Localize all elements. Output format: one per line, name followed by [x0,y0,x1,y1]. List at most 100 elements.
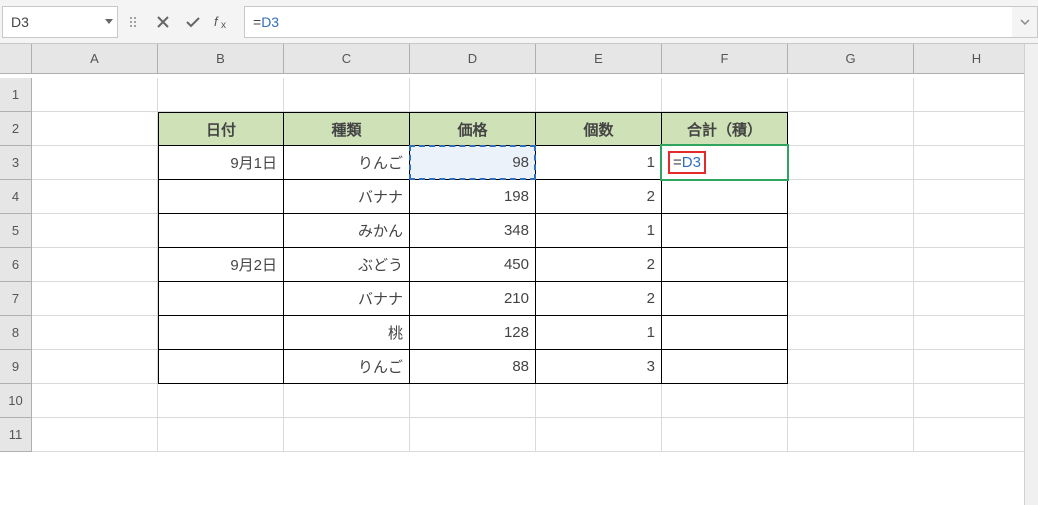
cell-C4[interactable]: バナナ [284,180,410,214]
column-header-H[interactable]: H [914,44,1038,74]
formula-bar-expand-button[interactable] [1012,6,1038,38]
cell-G6[interactable] [788,248,914,282]
cell-C7[interactable]: バナナ [284,282,410,316]
column-header-D[interactable]: D [410,44,536,74]
cell-G4[interactable] [788,180,914,214]
cell-B11[interactable] [158,418,284,452]
cell-G2[interactable] [788,112,914,146]
cell-E9[interactable]: 3 [536,350,662,384]
cell-C5[interactable]: みかん [284,214,410,248]
cell-A5[interactable] [32,214,158,248]
column-header-A[interactable]: A [32,44,158,74]
cell-D3[interactable]: 98 [410,146,536,180]
row-header-5[interactable]: 5 [0,214,32,248]
column-header-G[interactable]: G [788,44,914,74]
cell-B6[interactable]: 9月2日 [158,248,284,282]
formula-input[interactable]: =D3 [244,6,1012,38]
cell-C9[interactable]: りんご [284,350,410,384]
cell-D7[interactable]: 210 [410,282,536,316]
cell-H8[interactable] [914,316,1038,350]
cell-F5[interactable] [662,214,788,248]
row-header-9[interactable]: 9 [0,350,32,384]
cell-G8[interactable] [788,316,914,350]
cell-A8[interactable] [32,316,158,350]
column-header-E[interactable]: E [536,44,662,74]
cell-F10[interactable] [662,384,788,418]
row-header-1[interactable]: 1 [0,78,32,112]
cell-H6[interactable] [914,248,1038,282]
cell-F4[interactable] [662,180,788,214]
cell-F1[interactable] [662,78,788,112]
row-header-10[interactable]: 10 [0,384,32,418]
cell-F7[interactable] [662,282,788,316]
cell-B2[interactable]: 日付 [158,112,284,146]
cell-F9[interactable] [662,350,788,384]
row-header-3[interactable]: 3 [0,146,32,180]
cell-D9[interactable]: 88 [410,350,536,384]
cell-B3[interactable]: 9月1日 [158,146,284,180]
cell-H4[interactable] [914,180,1038,214]
cell-A1[interactable] [32,78,158,112]
cell-B5[interactable] [158,214,284,248]
row-header-11[interactable]: 11 [0,418,32,452]
cell-E1[interactable] [536,78,662,112]
cell-H11[interactable] [914,418,1038,452]
cell-B8[interactable] [158,316,284,350]
cell-G10[interactable] [788,384,914,418]
cell-H5[interactable] [914,214,1038,248]
name-box-dropdown-icon[interactable] [105,19,113,24]
cell-D2[interactable]: 価格 [410,112,536,146]
cell-B7[interactable] [158,282,284,316]
cell-G7[interactable] [788,282,914,316]
cell-C8[interactable]: 桃 [284,316,410,350]
cell-H3[interactable] [914,146,1038,180]
cell-G9[interactable] [788,350,914,384]
cell-D5[interactable]: 348 [410,214,536,248]
cell-F11[interactable] [662,418,788,452]
cell-A7[interactable] [32,282,158,316]
enter-button[interactable] [178,6,208,38]
select-all-corner[interactable] [0,44,32,74]
cell-F2[interactable]: 合計（積） [662,112,788,146]
cell-C3[interactable]: りんご [284,146,410,180]
cell-E6[interactable]: 2 [536,248,662,282]
row-header-7[interactable]: 7 [0,282,32,316]
cell-A9[interactable] [32,350,158,384]
name-box[interactable]: D3 [2,6,118,38]
cell-G5[interactable] [788,214,914,248]
cell-C6[interactable]: ぶどう [284,248,410,282]
cell-A11[interactable] [32,418,158,452]
cell-E7[interactable]: 2 [536,282,662,316]
cell-A2[interactable] [32,112,158,146]
cell-D10[interactable] [410,384,536,418]
cell-C10[interactable] [284,384,410,418]
cell-C11[interactable] [284,418,410,452]
cell-D8[interactable]: 128 [410,316,536,350]
cell-D1[interactable] [410,78,536,112]
column-header-F[interactable]: F [662,44,788,74]
cell-D4[interactable]: 198 [410,180,536,214]
cell-A3[interactable] [32,146,158,180]
cell-D11[interactable] [410,418,536,452]
cell-E5[interactable]: 1 [536,214,662,248]
row-header-2[interactable]: 2 [0,112,32,146]
cell-E2[interactable]: 個数 [536,112,662,146]
cell-A6[interactable] [32,248,158,282]
cancel-button[interactable] [148,6,178,38]
row-header-6[interactable]: 6 [0,248,32,282]
cell-C1[interactable] [284,78,410,112]
cell-G1[interactable] [788,78,914,112]
cell-A4[interactable] [32,180,158,214]
cell-E3[interactable]: 1 [536,146,662,180]
cell-A10[interactable] [32,384,158,418]
cell-D6[interactable]: 450 [410,248,536,282]
cell-F3[interactable]: =D3 [662,146,788,180]
cell-B10[interactable] [158,384,284,418]
cell-E4[interactable]: 2 [536,180,662,214]
insert-function-button[interactable]: f x [208,6,238,38]
cell-G3[interactable] [788,146,914,180]
column-header-B[interactable]: B [158,44,284,74]
cell-C2[interactable]: 種類 [284,112,410,146]
cell-H7[interactable] [914,282,1038,316]
cell-H2[interactable] [914,112,1038,146]
